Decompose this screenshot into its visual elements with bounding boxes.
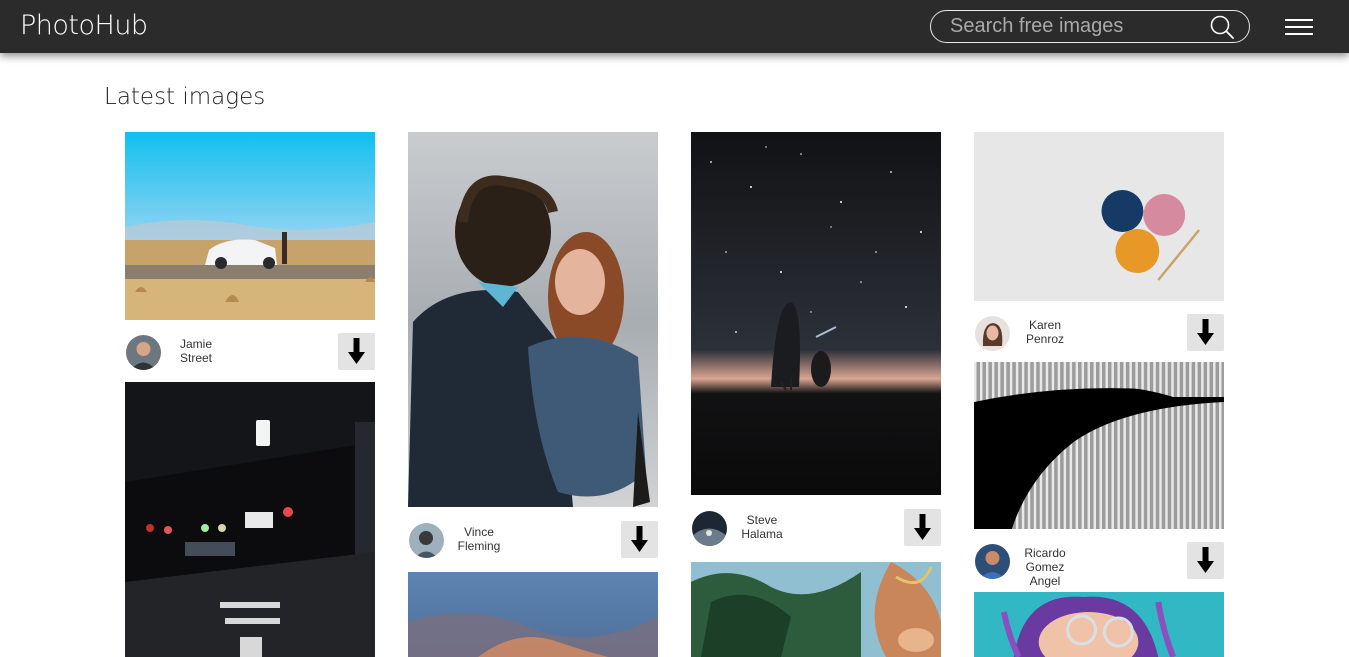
download-button[interactable] (1187, 542, 1224, 579)
search-icon[interactable] (1209, 14, 1235, 40)
image-card-photo[interactable] (125, 132, 375, 320)
image-card-photo[interactable] (974, 132, 1224, 301)
download-button[interactable] (904, 509, 941, 546)
author-name[interactable]: Jamie Street (165, 337, 227, 365)
image-card-photo[interactable] (408, 572, 658, 657)
image-card-photo[interactable] (974, 592, 1224, 657)
image-card-meta: Steve Halama (691, 509, 941, 547)
download-button[interactable] (1187, 314, 1224, 351)
author-name[interactable]: Karen Penroz (1014, 318, 1076, 346)
search-input[interactable] (950, 14, 1200, 39)
author-name[interactable]: Steve Halama (731, 513, 793, 541)
avatar[interactable] (409, 523, 444, 558)
top-navbar: PhotoHub (0, 0, 1349, 53)
page-title: Latest images (104, 84, 266, 110)
download-arrow-icon (1197, 547, 1214, 573)
avatar[interactable] (692, 511, 727, 546)
image-card-photo[interactable] (691, 132, 941, 495)
author-name[interactable]: Vince Fleming (448, 525, 510, 553)
download-arrow-icon (631, 526, 648, 552)
image-card-meta: Karen Penroz (974, 314, 1224, 352)
image-card-photo[interactable] (974, 362, 1224, 529)
download-arrow-icon (348, 338, 365, 364)
avatar[interactable] (975, 544, 1010, 579)
image-card-photo[interactable] (408, 132, 658, 507)
brand-logo[interactable]: PhotoHub (20, 10, 148, 41)
download-button[interactable] (338, 333, 375, 370)
image-card-photo[interactable] (125, 382, 375, 657)
avatar[interactable] (975, 316, 1010, 351)
image-card-meta: Jamie Street (125, 333, 375, 371)
image-card-meta: Ricardo Gomez Angel (974, 542, 1224, 588)
download-arrow-icon (1197, 319, 1214, 345)
image-card-photo[interactable] (691, 562, 941, 657)
download-button[interactable] (621, 521, 658, 558)
author-name[interactable]: Ricardo Gomez Angel (1014, 546, 1076, 588)
download-arrow-icon (914, 514, 931, 540)
search-bar (930, 10, 1250, 43)
image-card-meta: Vince Fleming (408, 521, 658, 559)
avatar[interactable] (126, 335, 161, 370)
hamburger-menu-icon[interactable] (1284, 17, 1314, 37)
